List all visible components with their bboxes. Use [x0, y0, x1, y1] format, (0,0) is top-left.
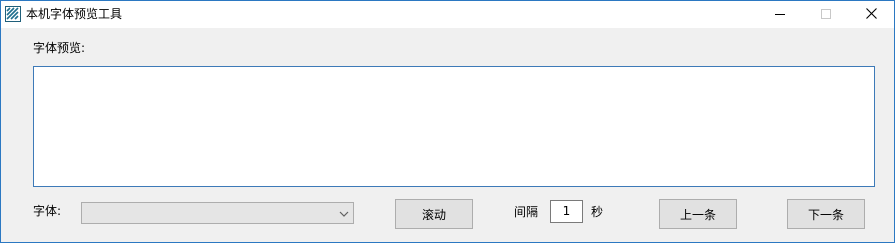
preview-text-box[interactable] — [33, 66, 875, 187]
font-label: 字体: — [33, 204, 62, 218]
close-icon — [865, 7, 877, 22]
prev-button[interactable]: 上一条 — [659, 199, 737, 229]
next-button[interactable]: 下一条 — [787, 199, 865, 229]
window-title: 本机字体预览工具 — [26, 7, 123, 21]
font-select[interactable] — [81, 202, 354, 224]
chevron-down-icon — [338, 208, 350, 218]
scroll-button[interactable]: 滚动 — [395, 199, 473, 229]
close-button[interactable] — [848, 1, 894, 28]
app-window: 本机字体预览工具 字体预览: 字体: 滚动 间隔 1 秒 上一条 下一条 — [0, 0, 895, 243]
seconds-label: 秒 — [591, 205, 604, 219]
title-bar[interactable]: 本机字体预览工具 — [1, 1, 894, 28]
maximize-button[interactable] — [803, 1, 849, 28]
minimize-icon — [775, 8, 785, 22]
maximize-icon — [821, 8, 831, 22]
app-icon — [5, 6, 21, 22]
interval-input[interactable]: 1 — [550, 200, 583, 223]
preview-label: 字体预览: — [33, 41, 86, 55]
minimize-button[interactable] — [757, 1, 803, 28]
interval-label: 间隔 — [514, 205, 539, 219]
